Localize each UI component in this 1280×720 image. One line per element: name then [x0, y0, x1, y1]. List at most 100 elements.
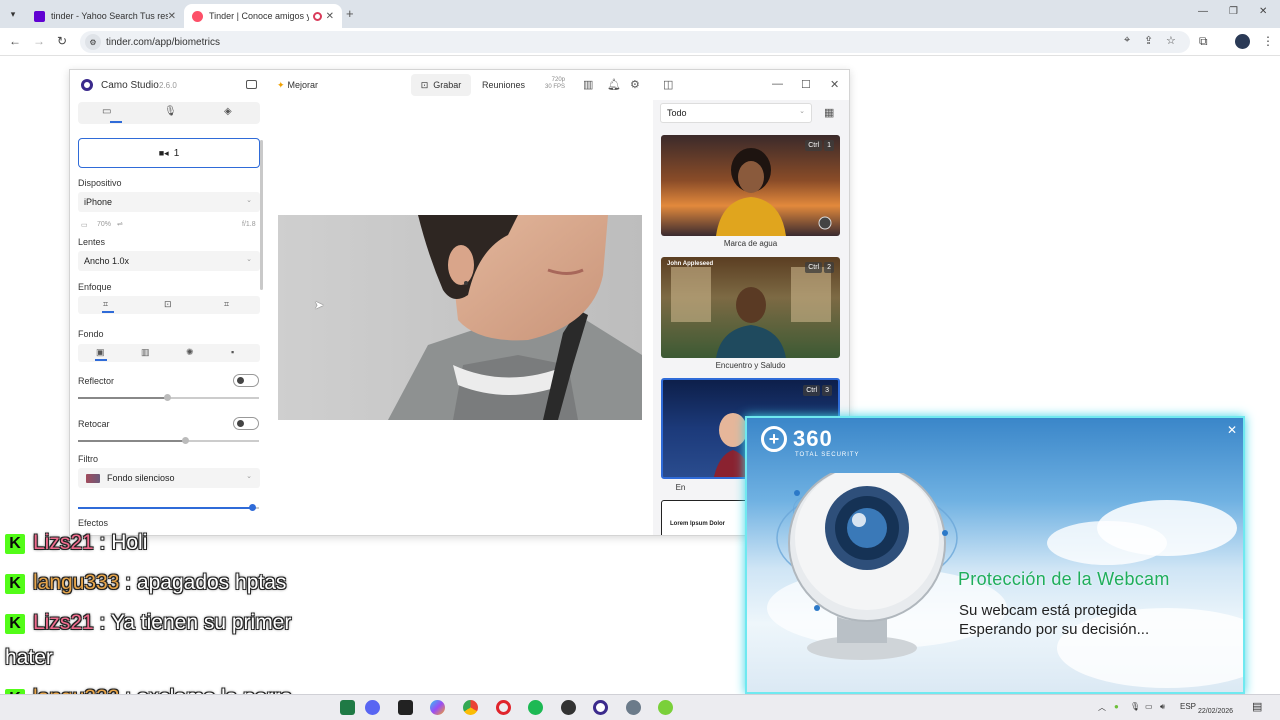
filter-value: Fondo silencioso — [107, 473, 175, 483]
lens-select[interactable]: Ancho 1.0x ⌄ — [78, 251, 260, 271]
minimize-icon[interactable]: — — [1198, 6, 1208, 17]
overlay-thumbnail-meet-greet[interactable]: John Appleseed Ctrl 2 — [661, 257, 840, 358]
close-tab-icon[interactable]: ✕ — [326, 11, 334, 22]
replace-background-icon[interactable]: ▪ — [231, 347, 234, 357]
effects-label: Efectos — [78, 518, 109, 528]
retouch-slider[interactable] — [78, 437, 259, 444]
close-icon[interactable]: ✕ — [1227, 423, 1237, 437]
overlay-thumbnail-watermark[interactable]: Ctrl 1 — [661, 135, 840, 236]
copilot-icon[interactable] — [430, 700, 445, 715]
reflector-toggle[interactable] — [233, 374, 259, 387]
pip-icon[interactable] — [246, 80, 257, 89]
show-hidden-icons-icon[interactable]: ︿ — [1098, 702, 1106, 713]
grid-view-icon[interactable]: ▦ — [824, 106, 834, 119]
extensions-icon[interactable]: ⧉ — [1199, 34, 1208, 49]
chat-text: : Ya tienen su primer — [93, 611, 292, 634]
tab-search-button[interactable]: ▾ — [4, 5, 22, 23]
name-badge: John Appleseed — [667, 261, 714, 267]
chrome-icon[interactable] — [463, 700, 478, 715]
camera-preview[interactable] — [278, 215, 642, 420]
excel-icon[interactable] — [340, 700, 355, 715]
close-window-icon[interactable]: ✕ — [1259, 6, 1267, 17]
reflector-slider[interactable] — [78, 394, 259, 401]
close-icon[interactable]: ✕ — [830, 78, 839, 91]
chevron-down-icon: ⌄ — [246, 197, 252, 204]
discord-icon[interactable] — [365, 700, 380, 715]
effect-background-icon[interactable]: ✺ — [186, 347, 194, 358]
overlay-category-value: Todo — [667, 108, 687, 118]
settings-scrollbar[interactable] — [260, 140, 263, 290]
obs-icon[interactable] — [561, 700, 576, 715]
slider-knob[interactable] — [164, 394, 171, 401]
browser-menu-icon[interactable]: ⋮ — [1262, 34, 1274, 48]
browser-tab-yahoo[interactable]: tinder - Yahoo Search Tus resulta ✕ — [26, 4, 184, 28]
slider-knob[interactable] — [249, 504, 256, 511]
volume-icon[interactable]: 🔊︎ — [1160, 702, 1165, 712]
forward-arrow-icon[interactable]: → — [33, 34, 45, 48]
notifications-icon[interactable]: ▤ — [1252, 700, 1262, 713]
manual-focus-icon[interactable]: ⌗ — [224, 299, 229, 310]
terminal-icon[interactable] — [398, 700, 413, 715]
overlay-category-select[interactable]: Todo ⌄ — [660, 103, 812, 123]
security-tray-icon[interactable]: ● — [1114, 702, 1119, 711]
clock[interactable]: 22/02/2026 — [1198, 697, 1233, 717]
bell-icon[interactable]: 🔔︎ — [607, 78, 621, 91]
back-arrow-icon[interactable]: ← — [9, 34, 21, 48]
no-background-icon[interactable]: ▣ — [96, 347, 105, 358]
upgrade-button[interactable]: ✦ Mejorar — [277, 80, 318, 91]
filter-select[interactable]: Fondo silencioso ⌄ — [78, 468, 260, 488]
camera-selector[interactable]: ■◂ 1 — [78, 138, 260, 168]
gear-icon[interactable]: ⚙ — [630, 78, 640, 91]
shortcut-key: Ctrl — [805, 140, 823, 151]
app-name: Camo Studio — [101, 80, 159, 91]
language-indicator[interactable]: ESP — [1180, 702, 1196, 711]
app-icon[interactable] — [626, 700, 641, 715]
reload-icon[interactable]: ↻ — [57, 34, 67, 48]
device-label: Dispositivo — [78, 178, 122, 188]
face-focus-icon[interactable]: ⊡ — [164, 299, 172, 310]
auto-focus-icon[interactable]: ⌗ — [103, 299, 108, 310]
network-icon[interactable]: ▭ — [1145, 702, 1153, 711]
install-app-icon[interactable]: ⇪ — [1144, 34, 1153, 47]
filter-label: Filtro — [78, 454, 98, 464]
url-text: tinder.com/app/biometrics — [106, 36, 220, 48]
site-info-icon[interactable]: ⚙ — [85, 34, 101, 50]
filter-slider[interactable] — [78, 504, 259, 511]
layout-columns-icon[interactable]: ▥ — [583, 78, 593, 91]
restore-icon[interactable]: ❐ — [1229, 6, 1238, 17]
resolution-indicator[interactable]: 720p 30 FPS — [545, 77, 565, 91]
browser-tab-strip: ▾ tinder - Yahoo Search Tus resulta ✕ Ti… — [0, 0, 1280, 28]
360-security-taskbar-icon[interactable] — [658, 700, 673, 715]
kick-badge-icon: K — [5, 534, 25, 554]
meetings-button[interactable]: Reuniones — [482, 80, 525, 90]
maximize-icon[interactable]: ☐ — [801, 78, 811, 91]
battery-icon: ▭ — [81, 222, 88, 229]
record-button[interactable]: ⊡ Grabar — [411, 74, 471, 96]
microphone-tray-icon[interactable]: 🎙︎ — [1130, 702, 1140, 711]
opera-icon[interactable] — [496, 700, 511, 715]
resolution-text: 720p — [551, 77, 566, 83]
device-value: iPhone — [84, 197, 113, 207]
bookmark-star-icon[interactable]: ☆ — [1166, 34, 1176, 47]
device-select[interactable]: iPhone ⌄ — [78, 192, 260, 212]
close-tab-icon[interactable]: ✕ — [168, 11, 176, 22]
spotify-icon[interactable] — [528, 700, 543, 715]
browser-tab-tinder[interactable]: Tinder | Conoce amigos y g ✕ — [184, 4, 342, 28]
retouch-toggle[interactable] — [233, 417, 259, 430]
location-icon[interactable]: ⌖ — [1124, 34, 1130, 47]
blur-background-icon[interactable]: ▥ — [141, 347, 150, 358]
video-tab-icon[interactable]: ▭ — [102, 106, 111, 117]
layers-tab-icon[interactable]: ◈ — [224, 106, 232, 117]
popup-message-line-2: Esperando por su decisión... — [959, 621, 1150, 638]
address-bar[interactable]: ⚙ tinder.com/app/biometrics ⌖ ⇪ ☆ — [80, 31, 1190, 53]
background-label: Fondo — [78, 329, 104, 339]
profile-avatar[interactable] — [1235, 34, 1250, 49]
camo-title-bar: Camo Studio 2.6.0 ✦ Mejorar ⊡ Grabar Reuni… — [70, 70, 849, 100]
sidebar-toggle-icon[interactable]: ◫ — [663, 78, 673, 91]
camo-taskbar-icon[interactable] — [593, 700, 608, 715]
microphone-tab-icon[interactable]: 🎙︎ — [164, 106, 177, 117]
minimize-icon[interactable]: — — [772, 78, 783, 90]
camo-studio-window: Camo Studio 2.6.0 ✦ Mejorar ⊡ Grabar Reuni… — [69, 69, 850, 536]
slider-knob[interactable] — [182, 437, 189, 444]
new-tab-button[interactable]: + — [346, 6, 354, 21]
